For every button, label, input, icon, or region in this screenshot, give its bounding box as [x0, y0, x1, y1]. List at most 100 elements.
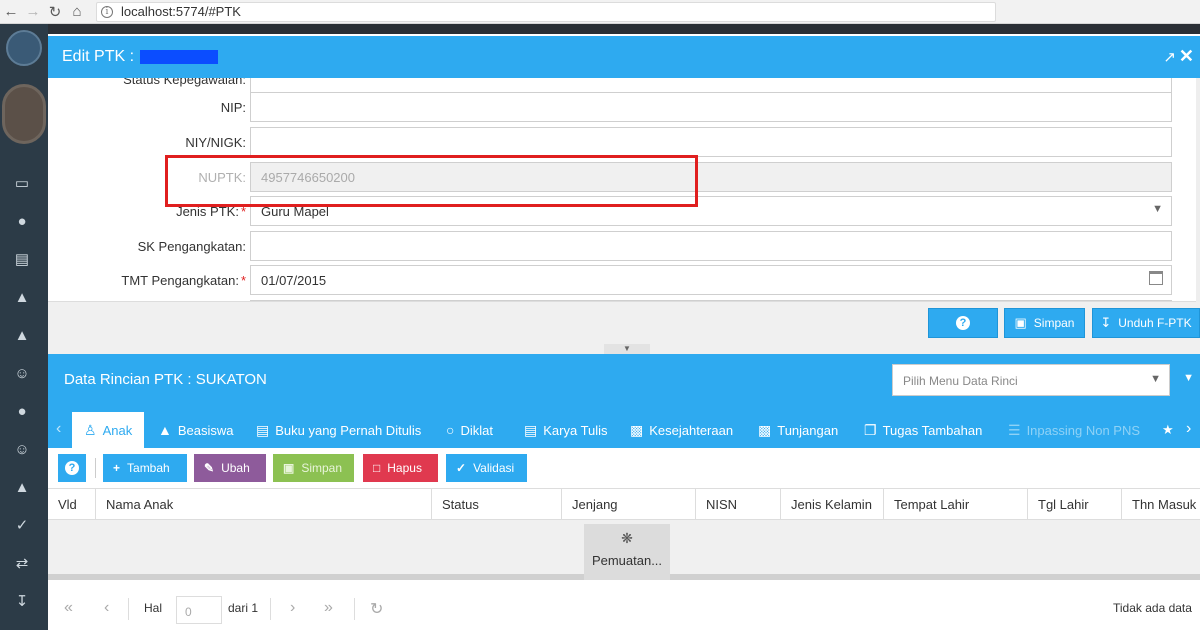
pagination-bar: « ‹ Hal 0 dari 1 › » ↻ Tidak ada data	[48, 588, 1200, 630]
help-icon: ?	[65, 461, 79, 475]
edit-button[interactable]: ✎ Ubah	[194, 454, 266, 482]
save-button[interactable]: ▣ Simpan	[1004, 308, 1085, 338]
niy-nigk-field[interactable]	[250, 127, 1172, 157]
tab-inpassing[interactable]: ☰ Inpassing Non PNS	[1008, 412, 1140, 448]
column-header-thn-masuk[interactable]: Thn Masuk	[1122, 489, 1200, 521]
field-label: Jenis PTK:	[176, 204, 239, 219]
form-scrollbar[interactable]	[1196, 78, 1200, 302]
column-header-status[interactable]: Status	[432, 489, 562, 521]
sk-pengangkatan-field[interactable]	[250, 231, 1172, 261]
pager-status: Tidak ada data	[1113, 601, 1192, 615]
exchange-icon[interactable]: ⇄	[12, 554, 32, 574]
validate-label: Validasi	[473, 461, 515, 475]
graduation-cap-icon[interactable]: ▲	[12, 326, 32, 346]
save-row-button[interactable]: ▣ Simpan	[273, 454, 354, 482]
trophy-icon[interactable]: ★	[1162, 412, 1174, 448]
date-value: 01/07/2015	[261, 273, 327, 288]
add-button[interactable]: + Tambah	[103, 454, 187, 482]
menu-data-rinci-select[interactable]: Pilih Menu Data Rinci ▼	[892, 364, 1170, 396]
avatar[interactable]	[2, 84, 46, 144]
required-marker: *	[240, 273, 246, 288]
column-header-nisn[interactable]: NISN	[696, 489, 781, 521]
reload-icon[interactable]: ↻	[44, 1, 66, 23]
tab-tunjangan[interactable]: ▩ Tunjangan	[758, 412, 838, 448]
check-icon[interactable]: ✓	[12, 516, 32, 536]
expand-icon[interactable]: ↗	[1163, 48, 1176, 66]
forward-arrow-icon[interactable]: →	[22, 1, 44, 23]
form-row-nip: NIP:	[48, 92, 1200, 122]
smile-icon[interactable]: ☺	[12, 440, 32, 460]
book-icon: ▤	[524, 421, 538, 438]
field-label: NIP:	[220, 100, 246, 115]
help-button[interactable]: ?	[928, 308, 998, 338]
user-icon[interactable]: ●	[12, 212, 32, 232]
save-label: Simpan	[1033, 316, 1075, 330]
grid-header: Vld Nama Anak Status Jenjang NISN Jenis …	[48, 488, 1200, 521]
jenis-ptk-select[interactable]: Guru Mapel ▼	[250, 196, 1172, 226]
address-bar[interactable]: i localhost:5774/#PTK	[96, 1, 996, 22]
pager-divider	[354, 598, 355, 620]
tab-karya-tulis[interactable]: ▤ Karya Tulis	[524, 412, 608, 448]
page-label: Hal	[144, 601, 163, 615]
column-header-tempat-lahir[interactable]: Tempat Lahir	[884, 489, 1028, 521]
back-arrow-icon[interactable]: ←	[0, 1, 22, 23]
column-header-tgl-lahir[interactable]: Tgl Lahir	[1028, 489, 1122, 521]
help-icon: ?	[956, 316, 970, 330]
prev-page-icon[interactable]: ‹	[104, 599, 109, 617]
tab-tugas-tambahan[interactable]: ❐ Tugas Tambahan	[864, 412, 982, 448]
validate-button[interactable]: ✓ Validasi	[446, 454, 527, 482]
download-fptk-button[interactable]: ↧ Unduh F-PTK	[1092, 308, 1200, 338]
data-rincian-panel: Data Rincian PTK : SUKATON Pilih Menu Da…	[48, 354, 1200, 630]
tab-diklat[interactable]: ○ Diklat	[446, 412, 493, 448]
field-label: SK Pengangkatan:	[137, 239, 246, 254]
check-icon: ✓	[456, 461, 467, 475]
spinner-icon: ❋	[621, 530, 633, 546]
form-row-tmt: TMT Pengangkatan: * 01/07/2015	[48, 265, 1200, 295]
select-value: Guru Mapel	[261, 204, 329, 219]
next-page-icon[interactable]: ›	[290, 599, 295, 617]
building-icon[interactable]: ▤	[12, 250, 32, 270]
tmt-pengangkatan-field[interactable]: 01/07/2015	[250, 265, 1172, 295]
road-icon[interactable]: ▲	[12, 288, 32, 308]
download-icon[interactable]: ↧	[12, 592, 32, 612]
first-page-icon[interactable]: «	[64, 599, 73, 617]
smile-icon[interactable]: ☺	[12, 364, 32, 384]
tab-label: Beasiswa	[177, 422, 234, 438]
panel-header: Data Rincian PTK : SUKATON Pilih Menu Da…	[48, 354, 1200, 412]
tab-kesejahteraan[interactable]: ▩ Kesejahteraan	[630, 412, 733, 448]
refresh-icon[interactable]: ↻	[370, 599, 383, 619]
app-logo	[6, 30, 42, 66]
tab-buku[interactable]: ▤ Buku yang Pernah Ditulis	[256, 412, 421, 448]
column-header-jenis-kelamin[interactable]: Jenis Kelamin	[781, 489, 884, 521]
lightbulb-icon: ○	[446, 422, 455, 438]
desktop-icon[interactable]: ▭	[12, 174, 32, 194]
last-page-icon[interactable]: »	[324, 599, 333, 617]
info-icon[interactable]: i	[101, 5, 113, 18]
page-number-input[interactable]: 0	[176, 596, 222, 624]
column-header-nama-anak[interactable]: Nama Anak	[96, 489, 432, 521]
nip-field[interactable]	[250, 92, 1172, 122]
help-button[interactable]: ?	[58, 454, 86, 482]
select-placeholder: Pilih Menu Data Rinci	[903, 374, 1018, 388]
graduation-cap-icon[interactable]: ▲	[12, 478, 32, 498]
panel-menu-caret-icon[interactable]: ▼	[1183, 372, 1194, 384]
graduation-cap-icon: ▲	[158, 422, 172, 438]
required-marker: *	[240, 204, 246, 219]
column-header-jenjang[interactable]: Jenjang	[562, 489, 696, 521]
chevron-left-icon[interactable]: ‹	[56, 420, 61, 438]
chevron-right-icon[interactable]: ›	[1186, 420, 1191, 438]
home-icon[interactable]: ⌂	[66, 1, 88, 23]
splitter-handle[interactable]: ▼	[604, 344, 650, 354]
chevron-down-icon[interactable]: ▼	[1150, 373, 1161, 385]
users-icon[interactable]: ●	[12, 402, 32, 422]
column-header-vld[interactable]: Vld	[48, 489, 96, 521]
chevron-down-icon[interactable]: ▼	[1152, 203, 1163, 215]
tab-beasiswa[interactable]: ▲ Beasiswa	[158, 412, 234, 448]
panel-title: Data Rincian PTK : SUKATON	[64, 371, 267, 388]
tab-anak[interactable]: ♙ Anak	[72, 412, 145, 448]
close-icon[interactable]: ✕	[1179, 46, 1194, 67]
delete-button[interactable]: □ Hapus	[363, 454, 438, 482]
money-icon: ▩	[758, 421, 772, 438]
nuptk-field: 4957746650200	[250, 162, 1172, 192]
calendar-icon[interactable]	[1149, 271, 1163, 285]
